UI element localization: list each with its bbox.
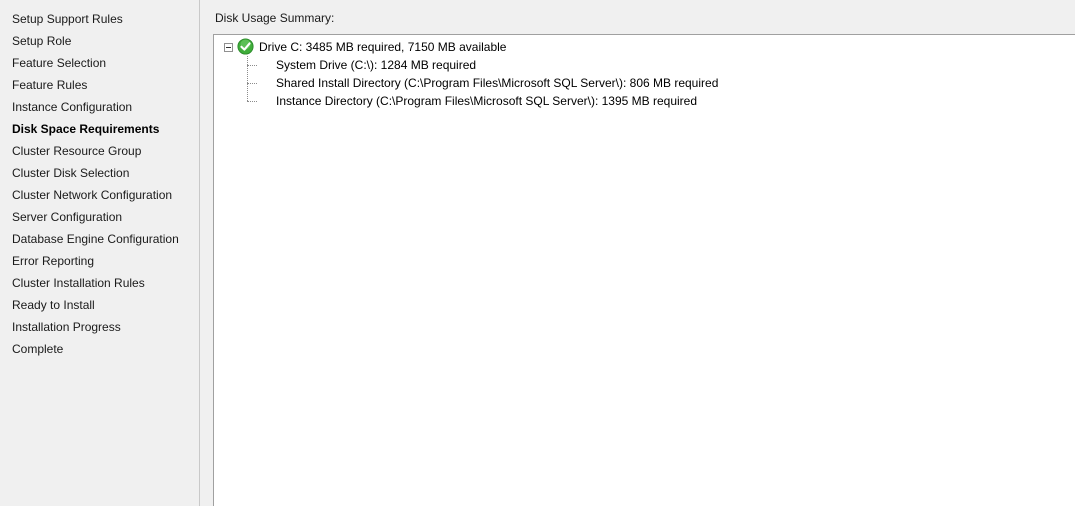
sidebar-item-instance-configuration[interactable]: Instance Configuration: [12, 96, 199, 118]
green-check-icon: [237, 38, 254, 55]
tree-node-label: Instance Directory (C:\Program Files\Mic…: [276, 94, 698, 108]
sidebar-item-complete[interactable]: Complete: [12, 338, 199, 360]
sidebar-item-ready-to-install[interactable]: Ready to Install: [12, 294, 199, 316]
sidebar-item-setup-role[interactable]: Setup Role: [12, 30, 199, 52]
sidebar-item-feature-selection[interactable]: Feature Selection: [12, 52, 199, 74]
main-content-panel: Disk Usage Summary: Drive C: 3485 MB req…: [201, 0, 1075, 506]
wizard-steps-list: Setup Support Rules Setup Role Feature S…: [0, 0, 199, 360]
sidebar-item-cluster-installation-rules[interactable]: Cluster Installation Rules: [12, 272, 199, 294]
tree-connector-line: [247, 56, 248, 101]
wizard-steps-sidebar: Setup Support Rules Setup Role Feature S…: [0, 0, 200, 506]
disk-usage-tree[interactable]: Drive C: 3485 MB required, 7150 MB avail…: [213, 34, 1075, 506]
sidebar-item-setup-support-rules[interactable]: Setup Support Rules: [12, 8, 199, 30]
sidebar-item-error-reporting[interactable]: Error Reporting: [12, 250, 199, 272]
tree-connector-branch: [247, 65, 257, 66]
sidebar-item-cluster-disk-selection[interactable]: Cluster Disk Selection: [12, 162, 199, 184]
tree-node-label: System Drive (C:\): 1284 MB required: [276, 58, 477, 72]
sidebar-item-feature-rules[interactable]: Feature Rules: [12, 74, 199, 96]
sidebar-item-disk-space-requirements[interactable]: Disk Space Requirements: [12, 118, 199, 140]
sidebar-item-database-engine-configuration[interactable]: Database Engine Configuration: [12, 228, 199, 250]
tree-node-label: Shared Install Directory (C:\Program Fil…: [276, 76, 719, 90]
tree-connector-branch: [247, 101, 257, 102]
sidebar-item-cluster-network-configuration[interactable]: Cluster Network Configuration: [12, 184, 199, 206]
tree-connector-branch: [247, 83, 257, 84]
disk-usage-summary-label: Disk Usage Summary:: [215, 11, 335, 25]
sidebar-item-server-configuration[interactable]: Server Configuration: [12, 206, 199, 228]
sidebar-item-installation-progress[interactable]: Installation Progress: [12, 316, 199, 338]
tree-node-label: Drive C: 3485 MB required, 7150 MB avail…: [259, 40, 507, 54]
collapse-toggle-icon[interactable]: [224, 43, 233, 52]
sidebar-item-cluster-resource-group[interactable]: Cluster Resource Group: [12, 140, 199, 162]
